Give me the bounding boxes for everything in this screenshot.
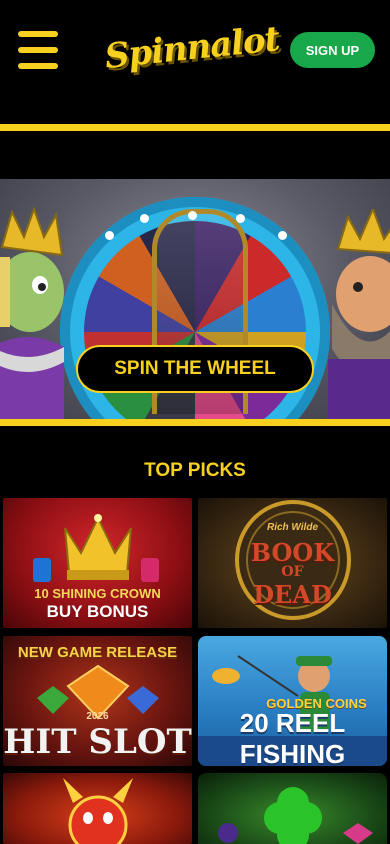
- top-header: Spinnalot SIGN UP: [0, 0, 390, 100]
- game-tile-reel-fishing[interactable]: GOLDEN COINS 20 REEL FISHING: [198, 636, 387, 766]
- game-title-line: HIT SLOT: [3, 722, 192, 762]
- brand-logo[interactable]: Spinnalot: [103, 10, 281, 86]
- game-year: 2026: [86, 711, 109, 722]
- game-title-line: BOOK: [250, 538, 335, 567]
- game-tile-shining-crown[interactable]: 10 SHINING CROWN BUY BONUS: [3, 498, 192, 628]
- sign-up-button[interactable]: SIGN UP: [290, 32, 375, 68]
- devil-face-icon: [63, 778, 133, 844]
- game-subtitle: BUY BONUS: [46, 602, 149, 621]
- game-title-line: Rich Wilde: [266, 522, 319, 533]
- king-character-left: [0, 207, 64, 419]
- game-tile-clover-slot[interactable]: [198, 773, 387, 844]
- hamburger-menu-icon[interactable]: [18, 31, 58, 69]
- wheel-light: [236, 214, 245, 223]
- banner-divider: [0, 419, 390, 426]
- wheel-light: [105, 231, 114, 240]
- clover-icon: [218, 787, 373, 844]
- king-character-right: [328, 209, 390, 419]
- header-divider: [0, 124, 390, 131]
- game-title-line: 10 SHINING CROWN: [34, 586, 161, 601]
- game-title-line: DEAD: [253, 580, 332, 609]
- wheel-light: [278, 231, 287, 240]
- game-title-line: OF: [281, 564, 304, 580]
- game-tile-hit-slot[interactable]: NEW GAME RELEASE 2026 HIT SLOT: [3, 636, 192, 766]
- section-title: TOP PICKS: [144, 460, 246, 481]
- game-tile-devil-slot[interactable]: [3, 773, 192, 844]
- game-tile-book-of-dead[interactable]: Rich Wilde BOOK OF DEAD: [198, 498, 387, 628]
- wheel-light: [140, 214, 149, 223]
- wheel-light: [188, 211, 197, 220]
- game-title-line: 20 REEL FISHING: [239, 708, 346, 766]
- spin-the-wheel-button[interactable]: SPIN THE WHEEL: [76, 345, 314, 393]
